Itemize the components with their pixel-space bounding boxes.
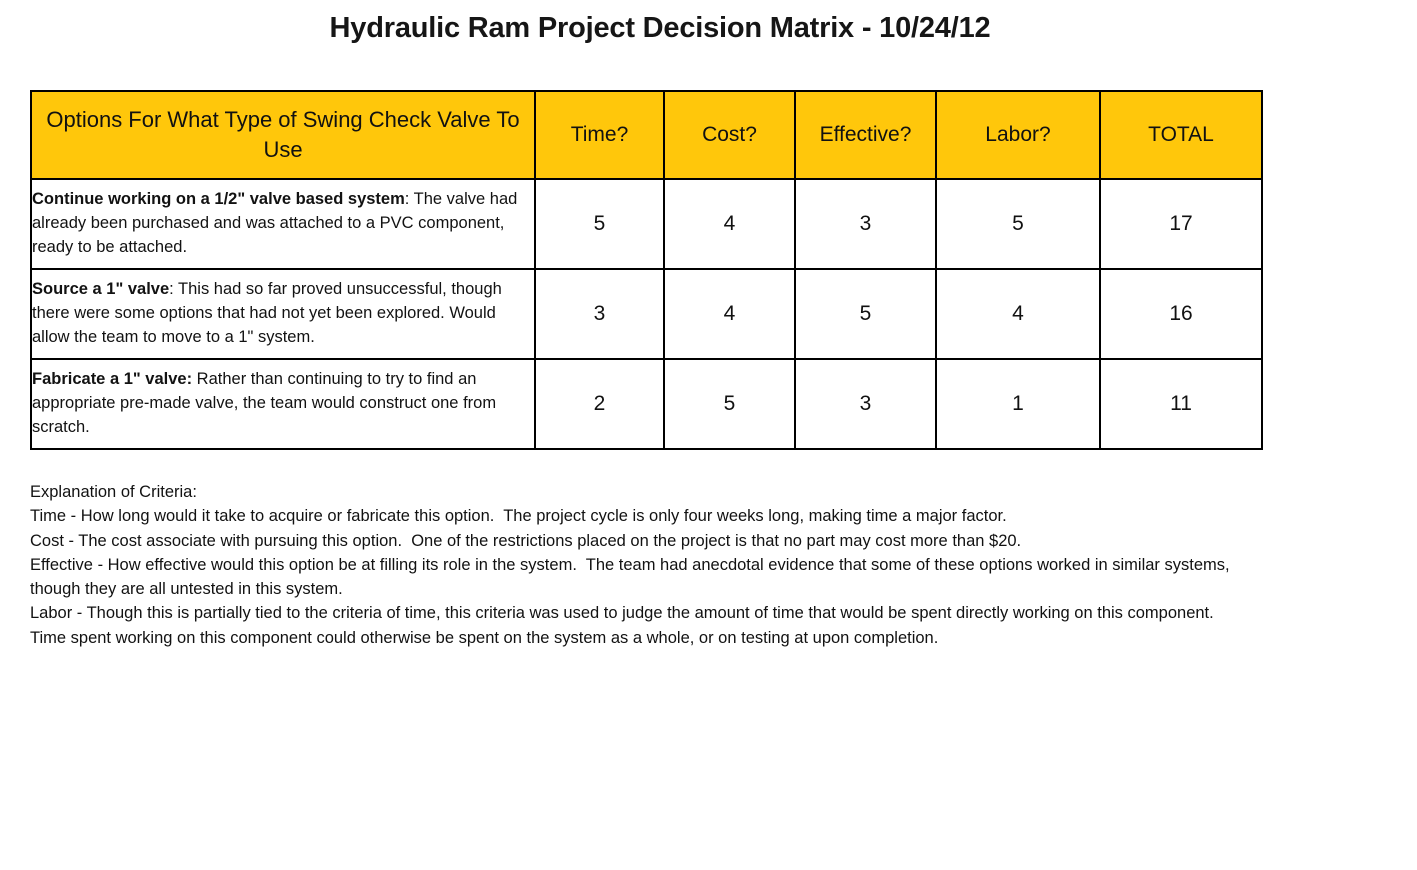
score-time: 3 [534, 268, 665, 360]
column-header-total: TOTAL [1099, 90, 1263, 180]
score-effective: 5 [794, 268, 937, 360]
column-header-options: Options For What Type of Swing Check Val… [30, 90, 536, 180]
option-title: Fabricate a 1" valve: [32, 370, 193, 389]
score-cost: 4 [663, 178, 796, 270]
criteria-explanation: Explanation of Criteria: Time - How long… [30, 480, 1230, 650]
option-description-cell: Continue working on a 1/2" valve based s… [30, 178, 536, 270]
score-cost: 4 [663, 268, 796, 360]
table-header: Options For What Type of Swing Check Val… [30, 90, 1263, 180]
page-title: Hydraulic Ram Project Decision Matrix - … [329, 12, 991, 44]
explanation-line-labor: Labor - Though this is partially tied to… [30, 604, 1223, 647]
column-header-cost: Cost? [663, 90, 796, 180]
option-description-cell: Source a 1" valve: This had so far prove… [30, 268, 536, 360]
explanation-heading: Explanation of Criteria: [30, 483, 197, 501]
table-row: Source a 1" valve: This had so far prove… [30, 268, 1263, 360]
column-header-labor: Labor? [935, 90, 1101, 180]
table-body: Continue working on a 1/2" valve based s… [30, 178, 1263, 450]
explanation-line-time: Time - How long would it take to acquire… [30, 507, 1007, 526]
score-labor: 5 [935, 178, 1101, 270]
score-cost: 5 [663, 358, 796, 450]
table-row: Fabricate a 1" valve: Rather than contin… [30, 358, 1263, 450]
score-time: 5 [534, 178, 665, 270]
decision-matrix-table: Options For What Type of Swing Check Val… [30, 90, 1263, 450]
option-title: Source a 1" valve [32, 280, 170, 299]
option-description-cell: Fabricate a 1" valve: Rather than contin… [30, 358, 536, 450]
column-header-effective: Effective? [794, 90, 937, 180]
column-header-time: Time? [534, 90, 665, 180]
score-effective: 3 [794, 178, 937, 270]
explanation-line-cost: Cost - The cost associate with pursuing … [30, 531, 1022, 550]
table-header-row: Options For What Type of Swing Check Val… [30, 90, 1263, 180]
explanation-line-effective: Effective - How effective would this opt… [30, 555, 1235, 598]
score-labor: 4 [935, 268, 1101, 360]
score-total: 17 [1099, 178, 1263, 270]
table-row: Continue working on a 1/2" valve based s… [30, 178, 1263, 270]
score-total: 11 [1099, 358, 1263, 450]
score-effective: 3 [794, 358, 937, 450]
score-time: 2 [534, 358, 665, 450]
option-title: Continue working on a 1/2" valve based s… [32, 190, 405, 209]
score-total: 16 [1099, 268, 1263, 360]
score-labor: 1 [935, 358, 1101, 450]
